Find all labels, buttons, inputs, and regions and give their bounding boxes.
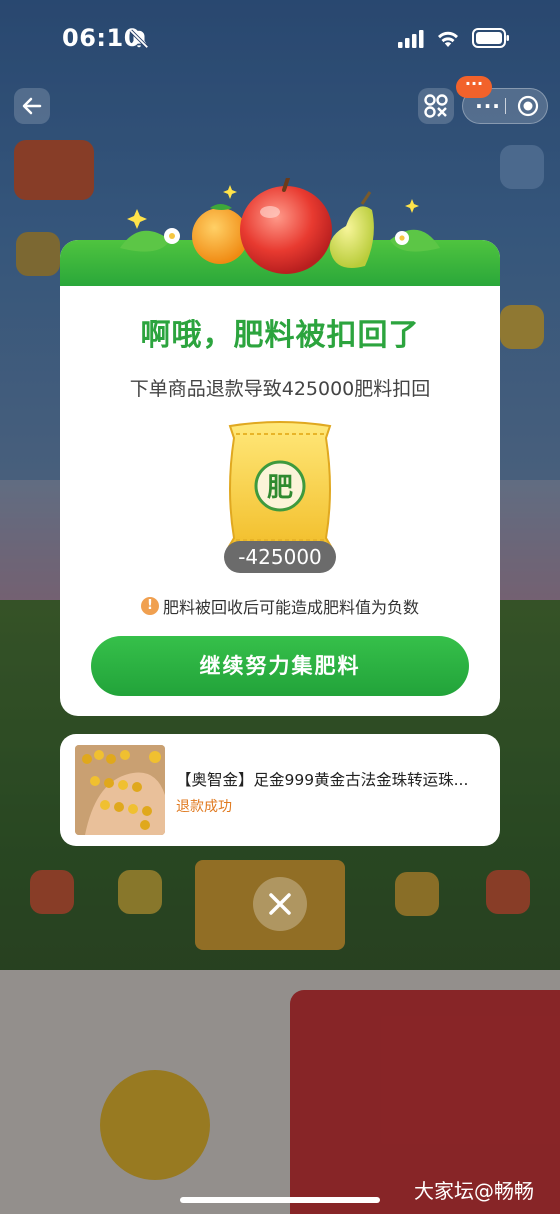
notification-badge: ··· bbox=[456, 76, 492, 98]
bag-label: 肥 bbox=[267, 473, 293, 503]
wifi-icon bbox=[438, 31, 458, 47]
fertilizer-bag-icon: 肥 bbox=[226, 421, 334, 552]
battery-icon bbox=[472, 28, 509, 48]
watermark: 大家坛@畅畅 bbox=[414, 1179, 534, 1203]
bell-slash-icon bbox=[129, 29, 149, 49]
modal-title: 啊哦，肥料被扣回了 bbox=[140, 318, 420, 353]
deducted-amount: -425000 bbox=[224, 541, 336, 573]
target-close-icon[interactable] bbox=[517, 95, 539, 117]
continue-collect-button[interactable]: 继续努力集肥料 bbox=[91, 636, 469, 696]
warning-text: 肥料被回收后可能造成肥料值为负数 bbox=[162, 598, 419, 617]
close-x-icon bbox=[269, 893, 291, 915]
back-arrow-icon bbox=[22, 97, 42, 115]
product-thumbnail bbox=[75, 745, 165, 835]
refund-status: 退款成功 bbox=[176, 799, 232, 815]
modal-subtitle: 下单商品退款导致425000肥料扣回 bbox=[129, 378, 431, 400]
fruit-illustration bbox=[120, 178, 440, 274]
back-button[interactable] bbox=[14, 88, 50, 124]
status-bar: 06:10 bbox=[0, 0, 560, 76]
home-indicator[interactable] bbox=[180, 1197, 380, 1203]
scan-button[interactable] bbox=[418, 88, 454, 124]
warning-row: ! 肥料被回收后可能造成肥料值为负数 bbox=[0, 594, 560, 618]
refunded-product-card[interactable]: 【奥智金】足金999黄金古法金珠转运珠... 退款成功 bbox=[60, 734, 500, 846]
signal-icon bbox=[398, 30, 424, 48]
product-title: 【奥智金】足金999黄金古法金珠转运珠... bbox=[176, 771, 469, 789]
qr-scan-icon bbox=[424, 94, 448, 118]
warning-icon: ! bbox=[140, 597, 159, 615]
close-modal-button[interactable] bbox=[253, 877, 307, 931]
